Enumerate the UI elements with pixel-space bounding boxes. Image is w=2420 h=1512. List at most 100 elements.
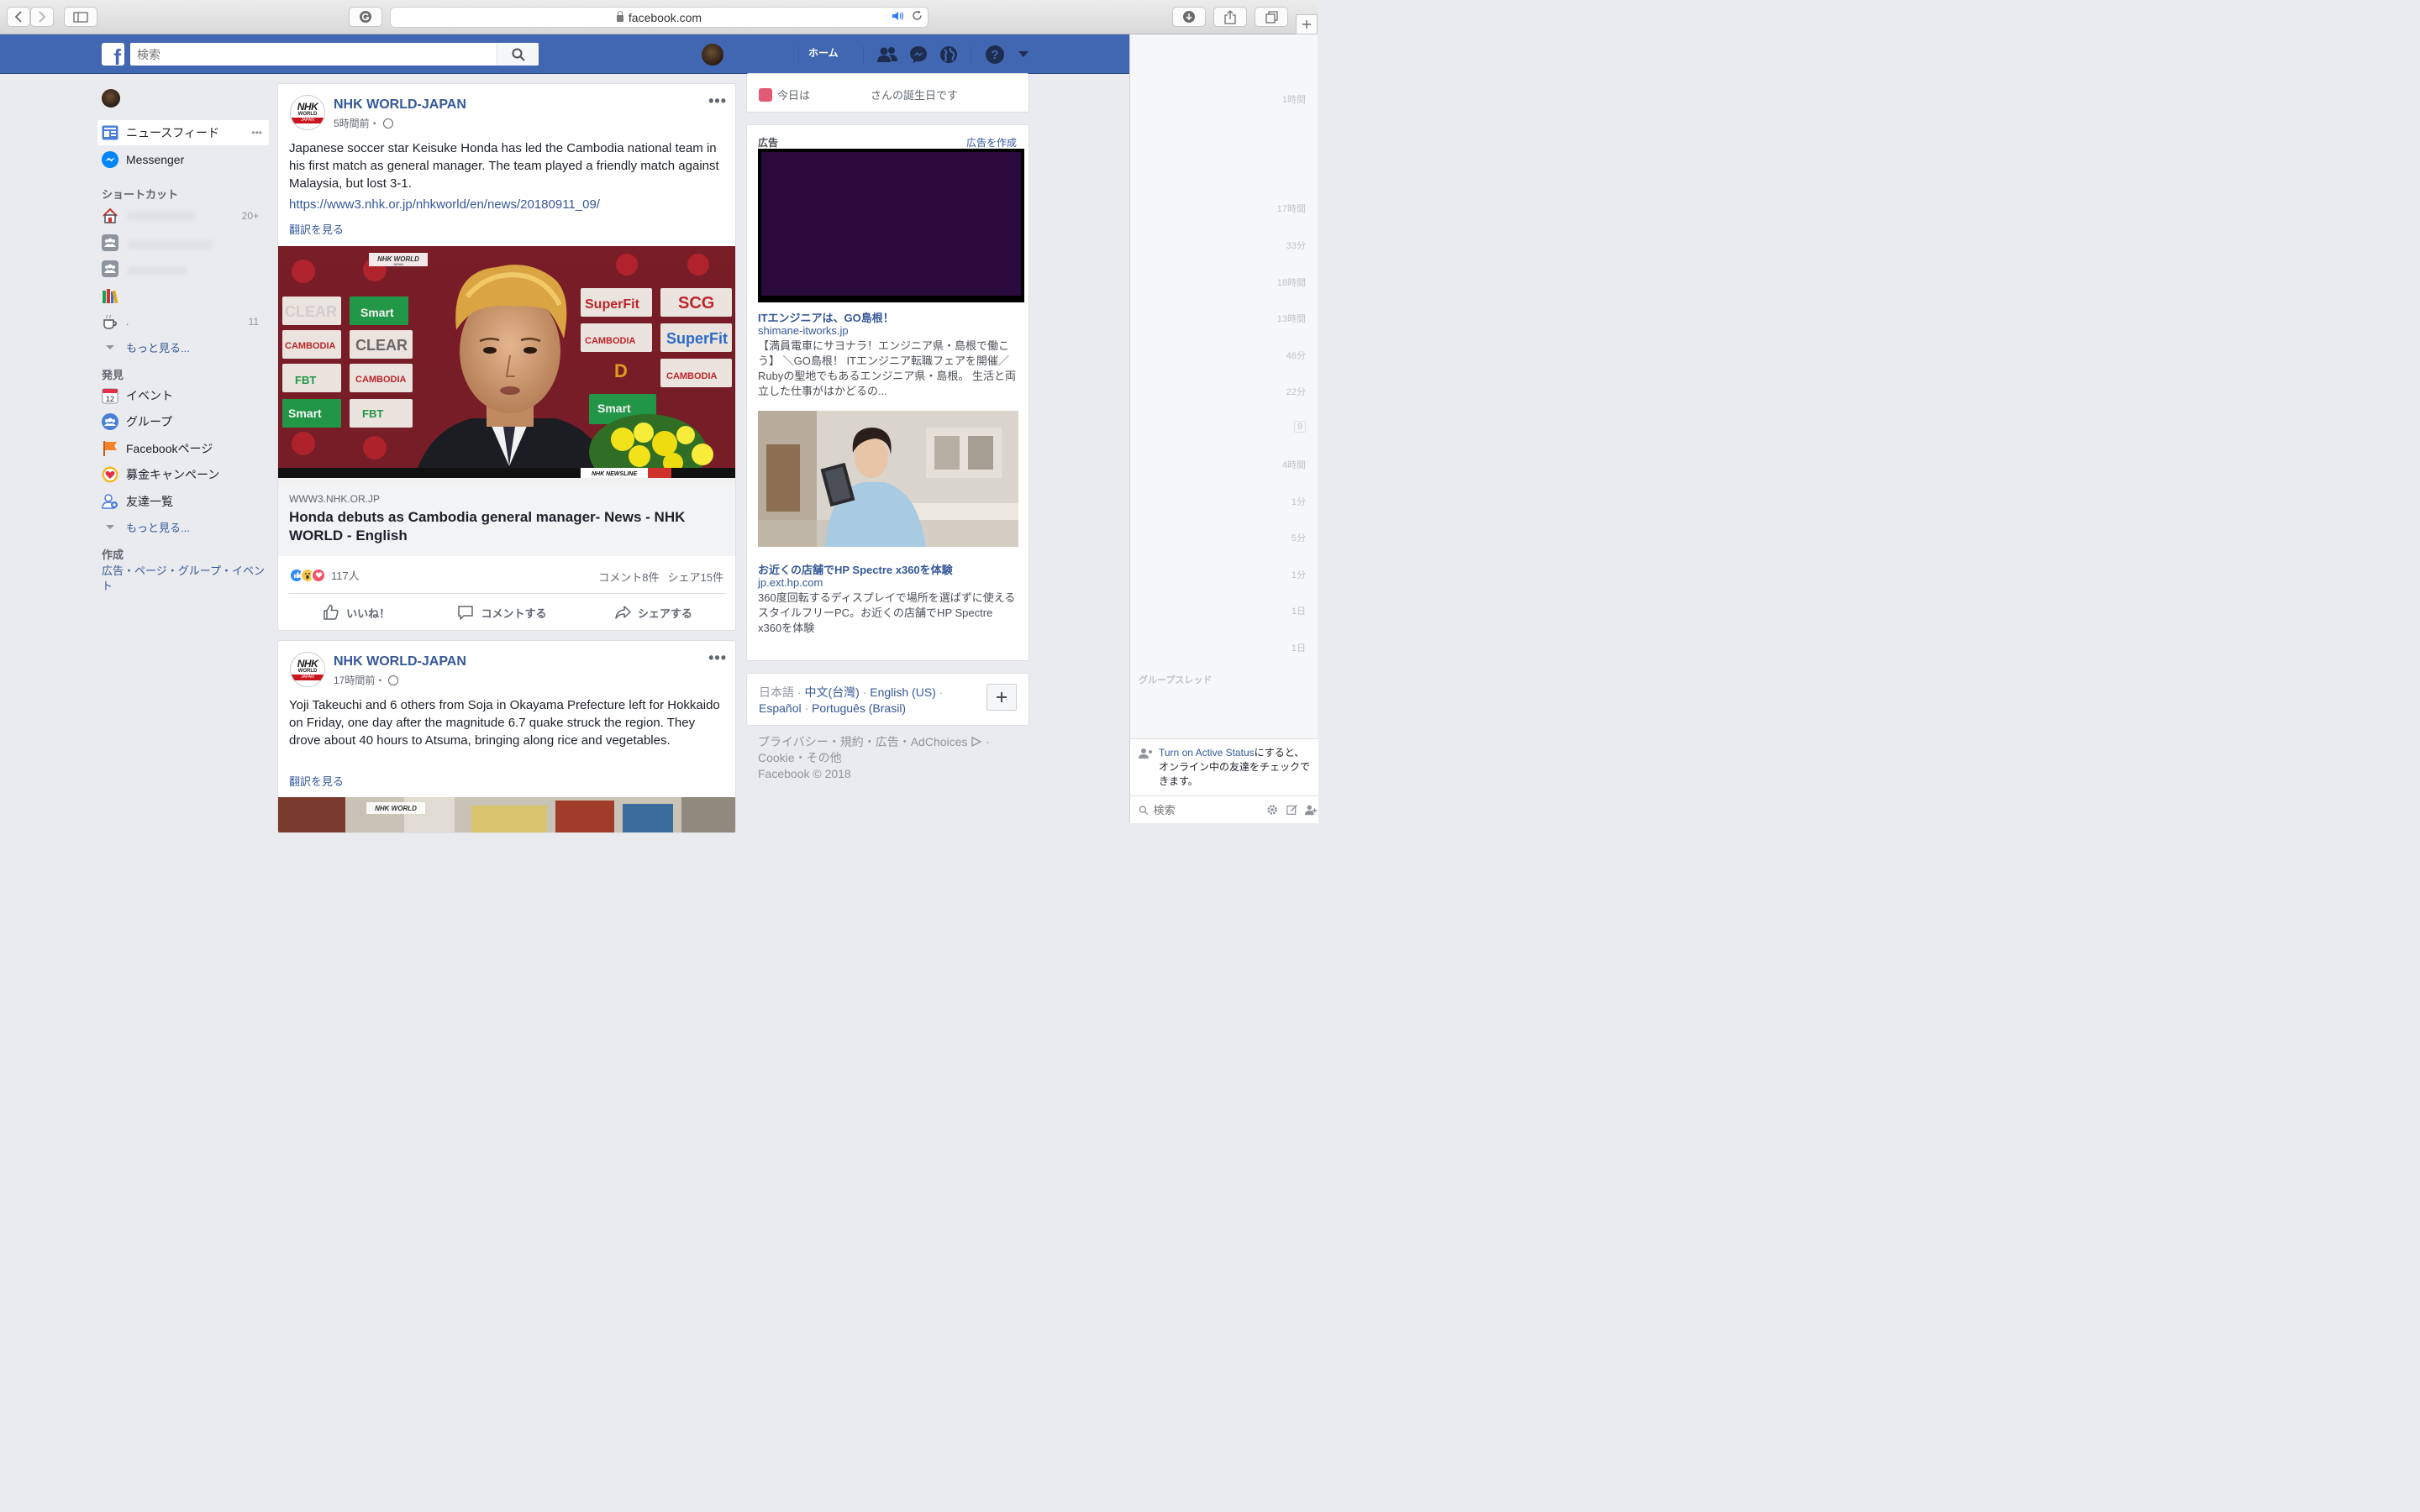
friend-requests-icon[interactable]	[876, 44, 898, 66]
see-more-shortcuts-link[interactable]: もっと見る...	[106, 339, 190, 355]
reactions-count: 117人	[331, 570, 360, 582]
footer-link-row[interactable]: プライバシー・規約・広告・AdChoices	[758, 735, 967, 748]
share-button[interactable]	[1213, 7, 1247, 27]
messenger-icon[interactable]	[908, 44, 929, 66]
active-status-text: Turn on Active Statusにすると、オンライン中の友達をチェック…	[1159, 746, 1310, 789]
ad-url[interactable]: shimane-itworks.jp	[758, 324, 849, 337]
sidebar-shortcut-item[interactable]: 20+	[97, 203, 269, 228]
ad-title[interactable]: ITエンジニアは、GO島根！	[758, 309, 894, 325]
see-translation-link[interactable]: 翻訳を見る	[289, 773, 344, 789]
speaker-icon[interactable]	[892, 10, 905, 24]
reload-icon[interactable]	[912, 10, 923, 24]
help-icon[interactable]: ?	[984, 44, 1006, 66]
profile-avatar[interactable]	[702, 44, 723, 66]
backdrop-text: CLEAR	[355, 337, 408, 354]
like-label: いいね！	[346, 606, 391, 620]
downloads-button[interactable]	[1172, 7, 1206, 27]
turn-on-active-status-link[interactable]: Turn on Active Status	[1159, 747, 1255, 759]
post-timestamp[interactable]: 5時間前・	[334, 116, 393, 130]
footer-link-row[interactable]: Cookie・その他	[758, 750, 1010, 766]
post-link[interactable]: https://www3.nhk.or.jp/nhkworld/en/news/…	[289, 197, 600, 212]
post-timestamp[interactable]: 17時間前・	[334, 673, 399, 687]
facebook-logo[interactable]: f	[102, 43, 124, 66]
post-page-name[interactable]: NHK WORLD-JAPAN	[334, 97, 466, 113]
sidebar-shortcut-item[interactable]	[97, 256, 269, 281]
comment-label: コメントする	[481, 606, 547, 620]
avatar-logo-text: WORLD	[297, 669, 318, 674]
new-tab-button[interactable]	[1296, 14, 1318, 34]
group-icon	[101, 260, 119, 278]
sidebar-item-friend-lists[interactable]: 友達一覧	[97, 489, 269, 514]
see-translation-link[interactable]: 翻訳を見る	[289, 221, 344, 237]
language-link[interactable]: English (US)	[870, 685, 936, 699]
watermark-text: NHK WORLD	[375, 805, 417, 812]
post-options-button[interactable]: •••	[708, 649, 727, 667]
post-time-text: 17時間前・	[334, 675, 386, 686]
reactions-summary[interactable]: 117人	[289, 567, 360, 583]
shortcut-count: 20+	[241, 210, 259, 222]
explore-heading: 発見	[102, 369, 124, 381]
see-more-label: もっと見る...	[126, 522, 190, 534]
nhk-page-avatar[interactable]: NHK WORLD JAPAN	[290, 652, 325, 687]
groups-icon	[101, 412, 119, 431]
shares-count[interactable]: シェア15件	[668, 569, 723, 585]
share-post-button[interactable]: シェアする	[614, 604, 692, 621]
post-page-name[interactable]: NHK WORLD-JAPAN	[334, 654, 466, 669]
sidebar-item-fundraisers[interactable]: 募金キャンペーン	[97, 462, 269, 487]
ad-image[interactable]	[758, 149, 1024, 302]
language-link[interactable]: Português (Brasil)	[812, 701, 906, 715]
sidebar-toggle-button[interactable]	[64, 7, 97, 27]
language-link[interactable]: Español	[759, 701, 802, 715]
forward-button[interactable]	[30, 7, 54, 27]
account-menu-chevron-icon[interactable]	[1013, 44, 1034, 66]
sidebar-item-news-feed[interactable]: ニュースフィード •••	[97, 120, 269, 145]
chat-search-input[interactable]	[1153, 803, 1246, 816]
my-profile-avatar[interactable]	[102, 89, 120, 108]
sidebar-item-messenger[interactable]: Messenger	[97, 147, 269, 172]
post-text: Yoji Takeuchi and 6 others from Soja in …	[289, 698, 720, 748]
chat-last-active: 1分	[1291, 570, 1306, 580]
adchoices-icon	[971, 736, 982, 748]
create-group-icon[interactable]	[1305, 803, 1318, 816]
ad-url[interactable]: jp.ext.hp.com	[758, 576, 823, 589]
birthday-reminder[interactable]: 今日は さんの誕生日です	[746, 73, 1029, 113]
ad-title[interactable]: お近くの店舗でHP Spectre x360を体験	[758, 561, 953, 577]
grammarly-extension-button[interactable]	[349, 7, 382, 27]
sidebar-shortcut-item[interactable]	[97, 283, 269, 308]
language-selector: 日本語 · 中文(台灣) · English (US) · Español · …	[746, 673, 1029, 726]
backdrop-text: Smart	[360, 306, 394, 319]
sidebar-item-groups[interactable]: グループ	[97, 409, 269, 434]
share-arrow-icon	[615, 606, 631, 619]
sidebar-item-pages[interactable]: Facebookページ	[97, 436, 269, 461]
post-image[interactable]: NHK WORLD	[278, 797, 735, 832]
more-languages-button[interactable]	[986, 684, 1017, 711]
create-ad-link[interactable]: 広告を作成	[966, 135, 1017, 150]
sidebar-shortcut-item[interactable]: . 11	[97, 309, 269, 334]
sidebar-shortcut-item[interactable]	[97, 230, 269, 255]
post-options-button[interactable]: •••	[708, 92, 727, 110]
search-input[interactable]	[130, 43, 497, 66]
like-button[interactable]: いいね！	[323, 604, 390, 621]
address-bar[interactable]: facebook.com	[390, 7, 929, 28]
sidebar-item-events[interactable]: 12 イベント	[97, 383, 269, 408]
news-feed-options-icon[interactable]: •••	[251, 127, 262, 139]
post-stats: コメント8件 シェア15件	[598, 569, 723, 585]
tabs-overview-button[interactable]	[1255, 7, 1288, 27]
link-preview-meta[interactable]: WWW3.NHK.OR.JP Honda debuts as Cambodia …	[278, 485, 735, 556]
ad-image[interactable]	[758, 411, 1018, 547]
search-button[interactable]	[497, 43, 539, 66]
friends-icon	[101, 492, 119, 511]
gear-icon[interactable]	[1266, 803, 1278, 816]
language-link[interactable]: 中文(台灣)	[804, 685, 859, 699]
nhk-page-avatar[interactable]: NHK WORLD JAPAN	[290, 95, 325, 130]
comments-count[interactable]: コメント8件	[598, 569, 659, 585]
link-preview-image[interactable]: CLEAR Smart SuperFit SCG CAMBODIA CLEAR …	[278, 246, 735, 485]
compose-icon[interactable]	[1286, 803, 1298, 816]
back-button[interactable]	[7, 7, 30, 27]
comment-button[interactable]: コメントする	[457, 604, 547, 621]
create-links[interactable]: 広告・ページ・グループ・イベント	[102, 564, 270, 594]
see-more-explore-link[interactable]: もっと見る...	[106, 519, 190, 535]
notifications-globe-icon[interactable]	[938, 44, 960, 66]
sidebar-item-label: 友達一覧	[126, 495, 173, 508]
home-link[interactable]: ホーム	[808, 45, 839, 60]
